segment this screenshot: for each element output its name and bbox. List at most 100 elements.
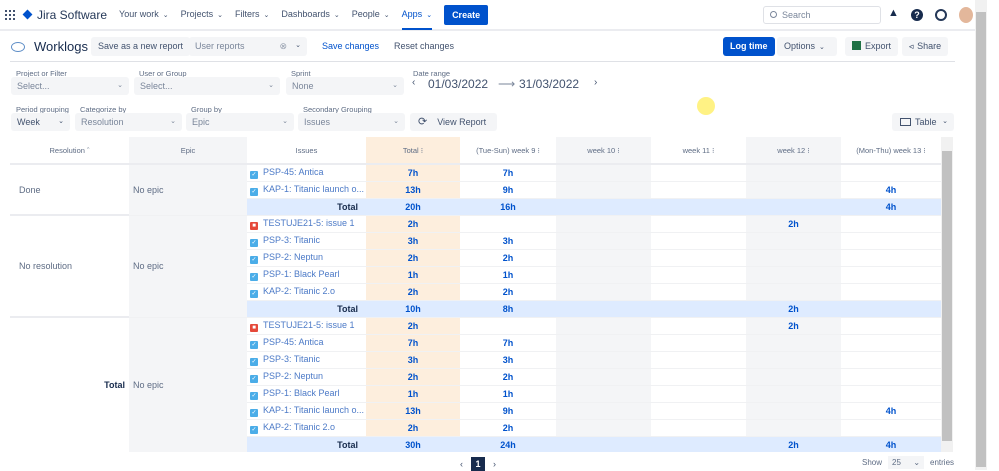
notifications-icon[interactable]: ▲ [888, 7, 900, 19]
reset-changes-button[interactable]: Reset changes [394, 37, 454, 56]
column-header[interactable]: Total ⁝ [366, 137, 460, 165]
date-prev-button[interactable]: ‹ [412, 77, 415, 88]
project-filter-select[interactable]: Select... ⌄ [11, 77, 129, 95]
issue-cell[interactable]: ✓ KAP-1: Titanic launch o... [247, 181, 366, 199]
table-scrollbar[interactable] [941, 137, 953, 452]
date-from-input[interactable]: 01/03/2022 [428, 77, 488, 91]
categorize-by-select[interactable]: Resolution ⌄ [75, 113, 182, 131]
issue-cell[interactable]: ✓ PSP-3: Titanic [247, 232, 366, 250]
share-button[interactable]: ⪦ Share [902, 37, 949, 56]
issue-link[interactable]: PSP-1: Black Pearl [263, 269, 340, 279]
secondary-grouping-select[interactable]: Issues ⌄ [298, 113, 405, 131]
nav-dashboards[interactable]: Dashboards ⌄ [281, 0, 339, 30]
hours-cell[interactable]: 2h [366, 283, 460, 301]
hours-cell[interactable]: 13h [366, 181, 460, 199]
issue-cell[interactable]: ■ TESTUJE21-5: issue 1 [247, 317, 366, 335]
issue-cell[interactable]: ✓ KAP-2: Titanic 2.o [247, 419, 366, 437]
hours-cell[interactable]: 2h [366, 249, 460, 267]
nav-projects[interactable]: Projects ⌄ [181, 0, 223, 30]
view-report-button[interactable]: ⟳ View Report [410, 113, 497, 131]
log-time-button[interactable]: Log time [723, 37, 775, 56]
issue-cell[interactable]: ✓ KAP-1: Titanic launch o... [247, 402, 366, 420]
hours-cell[interactable]: 3h [366, 232, 460, 250]
user-group-select[interactable]: Select... ⌄ [134, 77, 280, 95]
hours-cell[interactable]: 1h [366, 385, 460, 403]
hours-cell[interactable]: 7h [460, 164, 556, 182]
hours-cell[interactable]: 1h [460, 385, 556, 403]
hours-cell[interactable]: 1h [366, 266, 460, 284]
issue-cell[interactable]: ✓ PSP-1: Black Pearl [247, 266, 366, 284]
hours-cell[interactable]: 4h [841, 181, 941, 199]
save-as-new-report-button[interactable]: Save as a new report [91, 37, 191, 56]
issue-link[interactable]: KAP-2: Titanic 2.o [263, 422, 335, 432]
group-by-select[interactable]: Epic ⌄ [186, 113, 294, 131]
issue-link[interactable]: PSP-3: Titanic [263, 235, 320, 245]
save-changes-button[interactable]: Save changes [322, 37, 379, 56]
hours-cell[interactable]: 2h [460, 419, 556, 437]
hours-cell[interactable]: 2h [366, 317, 460, 335]
search-input[interactable]: Search [763, 6, 881, 24]
issue-link[interactable]: PSP-3: Titanic [263, 354, 320, 364]
issue-cell[interactable]: ✓ PSP-1: Black Pearl [247, 385, 366, 403]
nav-your-work[interactable]: Your work ⌄ [119, 0, 169, 30]
user-reports-select[interactable]: User reports ⊗ ⌄ [189, 37, 307, 56]
hours-cell[interactable]: 9h [460, 402, 556, 420]
issue-cell[interactable]: ✓ PSP-2: Neptun [247, 249, 366, 267]
page-1-button[interactable]: 1 [471, 457, 485, 471]
hours-cell[interactable]: 2h [366, 215, 460, 233]
issue-cell[interactable]: ✓ PSP-45: Antica [247, 334, 366, 352]
hours-cell[interactable]: 7h [366, 334, 460, 352]
hours-cell[interactable]: 2h [746, 317, 841, 335]
date-to-input[interactable]: 31/03/2022 [519, 77, 579, 91]
issue-cell[interactable]: ✓ PSP-3: Titanic [247, 351, 366, 369]
hours-cell[interactable]: 1h [460, 266, 556, 284]
date-next-button[interactable]: › [594, 77, 597, 88]
hours-cell[interactable]: 3h [460, 232, 556, 250]
page-scrollbar[interactable] [975, 0, 987, 470]
hours-cell[interactable]: 2h [366, 419, 460, 437]
column-header[interactable]: Issues [247, 137, 366, 165]
sprint-select[interactable]: None ⌄ [286, 77, 404, 95]
hours-cell[interactable]: 2h [460, 249, 556, 267]
column-header[interactable]: week 10 ⁝ [556, 137, 651, 165]
view-mode-select[interactable]: Table ⌄ [892, 113, 954, 131]
issue-link[interactable]: PSP-2: Neptun [263, 371, 323, 381]
nav-filters[interactable]: Filters ⌄ [235, 0, 269, 30]
jira-logo[interactable]: Jira Software [22, 8, 107, 22]
period-grouping-select[interactable]: Week ⌄ [11, 113, 70, 131]
settings-gear-icon[interactable] [935, 9, 947, 21]
issue-cell[interactable]: ■ TESTUJE21-5: issue 1 [247, 215, 366, 233]
issue-link[interactable]: PSP-2: Neptun [263, 252, 323, 262]
app-switcher-icon[interactable] [5, 9, 15, 20]
nav-people[interactable]: People ⌄ [352, 0, 390, 30]
nav-apps[interactable]: Apps ⌄ [401, 0, 433, 30]
column-header[interactable]: week 11 ⁝ [651, 137, 746, 165]
prev-page-button[interactable]: ‹ [460, 459, 463, 469]
options-button[interactable]: Options ⌄ [777, 37, 837, 56]
export-button[interactable]: Export [845, 37, 899, 56]
issue-link[interactable]: PSP-45: Antica [263, 337, 324, 347]
user-avatar[interactable] [959, 7, 973, 23]
hours-cell[interactable]: 3h [366, 351, 460, 369]
issue-cell[interactable]: ✓ PSP-2: Neptun [247, 368, 366, 386]
issue-link[interactable]: TESTUJE21-5: issue 1 [263, 320, 355, 330]
create-button[interactable]: Create [444, 4, 489, 25]
issue-link[interactable]: PSP-45: Antica [263, 167, 324, 177]
page-size-select[interactable]: 25 ⌄ [888, 456, 925, 469]
issue-cell[interactable]: ✓ KAP-2: Titanic 2.o [247, 283, 366, 301]
hours-cell[interactable]: 2h [460, 283, 556, 301]
hours-cell[interactable]: 4h [841, 402, 941, 420]
hours-cell[interactable]: 13h [366, 402, 460, 420]
issue-link[interactable]: PSP-1: Black Pearl [263, 388, 340, 398]
hours-cell[interactable]: 3h [460, 351, 556, 369]
hours-cell[interactable]: 2h [746, 215, 841, 233]
column-header[interactable]: (Tue-Sun) week 9 ⁝ [460, 137, 556, 165]
column-header[interactable]: Resolution ˆ [10, 137, 129, 165]
issue-cell[interactable]: ✓ PSP-45: Antica [247, 164, 366, 182]
issue-link[interactable]: KAP-1: Titanic launch o... [263, 405, 364, 415]
column-header[interactable]: (Mon-Thu) week 13 ⁝ [841, 137, 941, 165]
hours-cell[interactable]: 9h [460, 181, 556, 199]
hours-cell[interactable]: 7h [366, 164, 460, 182]
hours-cell[interactable]: 7h [460, 334, 556, 352]
issue-link[interactable]: TESTUJE21-5: issue 1 [263, 218, 355, 228]
